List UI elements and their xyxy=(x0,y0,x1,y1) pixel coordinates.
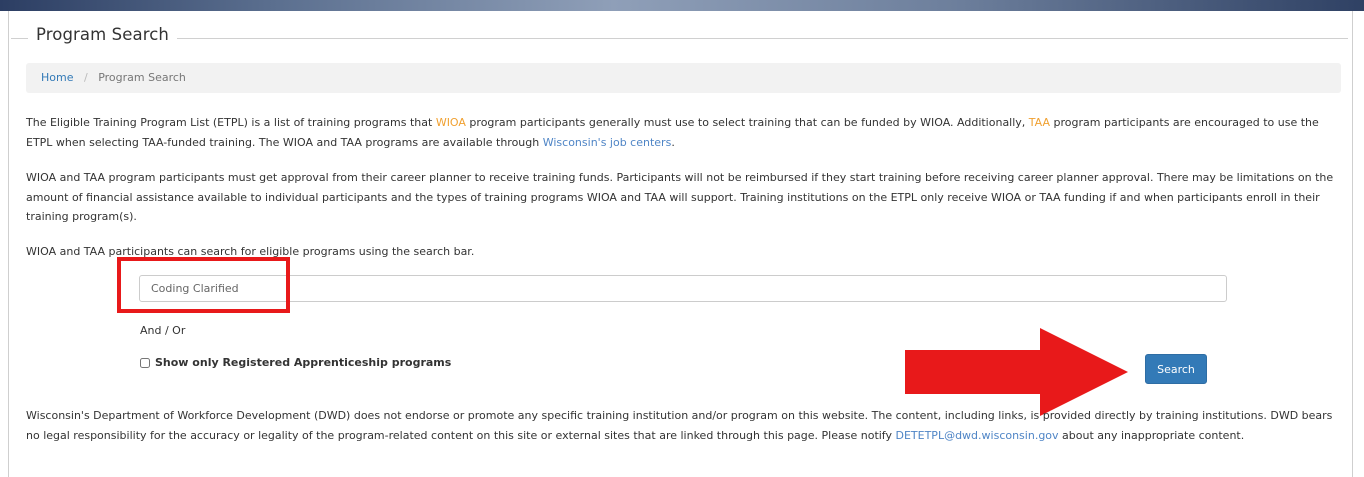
intro-text: . xyxy=(671,135,675,149)
job-centers-link[interactable]: Wisconsin's job centers xyxy=(543,136,672,149)
breadcrumb: Home / Program Search xyxy=(26,63,1341,93)
email-link[interactable]: DETETPL@dwd.wisconsin.gov xyxy=(896,429,1059,442)
apprenticeship-checkbox-label[interactable]: Show only Registered Apprenticeship prog… xyxy=(155,356,451,369)
wioa-link[interactable]: WIOA xyxy=(436,116,466,129)
breadcrumb-current: Program Search xyxy=(98,71,186,84)
search-input[interactable] xyxy=(139,275,1227,302)
search-button[interactable]: Search xyxy=(1145,354,1207,384)
annotation-highlight-box xyxy=(117,257,290,313)
page-title: Program Search xyxy=(28,25,177,44)
breadcrumb-home-link[interactable]: Home xyxy=(41,71,73,84)
and-or-label: And / Or xyxy=(140,324,186,337)
disclaimer-paragraph: Wisconsin's Department of Workforce Deve… xyxy=(26,406,1344,445)
apprenticeship-checkbox[interactable] xyxy=(140,358,150,368)
intro-paragraph-2: WIOA and TAA program participants must g… xyxy=(26,171,1334,223)
intro-text: The Eligible Training Program List (ETPL… xyxy=(26,116,436,129)
annotation-arrow-icon xyxy=(905,328,1128,416)
intro-text: program participants generally must use … xyxy=(465,116,1029,129)
taa-link[interactable]: TAA xyxy=(1029,116,1050,129)
disclaimer-text: about any inappropriate content. xyxy=(1058,428,1245,442)
intro-paragraph-1: The Eligible Training Program List (ETPL… xyxy=(26,113,1344,152)
top-banner xyxy=(0,0,1364,11)
breadcrumb-separator: / xyxy=(83,71,88,84)
